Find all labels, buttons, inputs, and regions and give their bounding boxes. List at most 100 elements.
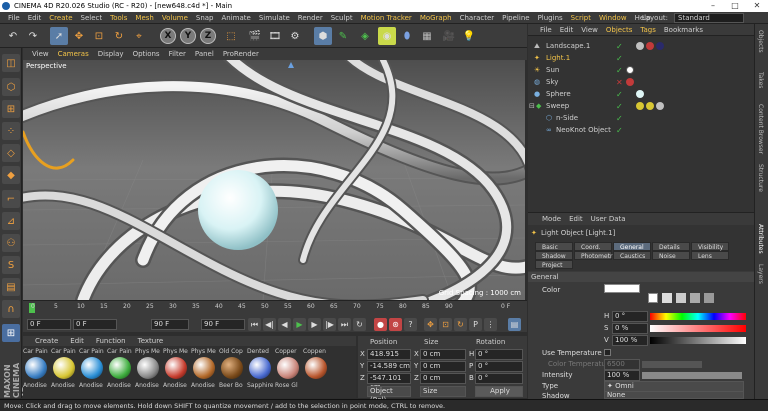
menu-edit[interactable]: Edit (28, 12, 42, 24)
texture-mode-icon[interactable]: ⊞ (2, 100, 20, 118)
size-mode-dropdown[interactable]: Size (420, 386, 466, 397)
record-scale-icon[interactable]: ⊡ (439, 318, 452, 331)
points-mode-icon[interactable]: ⁘ (2, 122, 20, 140)
material-swatch[interactable]: Car Pain Anodise (79, 348, 105, 389)
axis-mode-icon[interactable]: ⌐ (2, 190, 20, 208)
side-tab-structure[interactable]: Structure (757, 164, 764, 192)
material-menu-create[interactable]: Create (35, 336, 58, 346)
material-tag-icon[interactable] (656, 102, 664, 110)
material-tag-icon[interactable] (646, 42, 654, 50)
object-row[interactable]: ● Sphere ✓ (528, 89, 754, 100)
loop-icon[interactable]: ↻ (353, 318, 366, 331)
record-active-objects-icon[interactable]: ● (374, 318, 387, 331)
color-temperature-field[interactable]: 6500 (604, 359, 640, 370)
material-swatch[interactable]: Copper Rose Gl (275, 348, 301, 389)
record-rotation-icon[interactable]: ↻ (454, 318, 467, 331)
perspective-viewport[interactable]: Perspective Grid Spacing : 1000 cm (23, 60, 525, 300)
material-tag-icon[interactable] (646, 102, 654, 110)
recent-tools-icon[interactable]: ⌖ (130, 27, 148, 45)
hue-slider[interactable] (650, 313, 746, 320)
visibility-check-icon[interactable]: ✓ (616, 114, 623, 123)
model-mode-icon[interactable]: ⬡ (2, 78, 20, 96)
material-swatch[interactable]: Car Pain Anodise (107, 348, 133, 389)
viewport-menu-cameras[interactable]: Cameras (58, 48, 89, 60)
viewport-menu-options[interactable]: Options (133, 48, 160, 60)
light-icon[interactable]: 💡 (460, 27, 478, 45)
am-menu-user-data[interactable]: User Data (591, 213, 626, 226)
render-settings-icon[interactable]: ⚙ (286, 27, 304, 45)
material-menu-edit[interactable]: Edit (70, 336, 84, 346)
color-spectrum-icon[interactable] (662, 293, 672, 303)
visibility-check-icon[interactable]: ✓ (616, 54, 623, 63)
z-axis-lock-icon[interactable]: Z (200, 28, 216, 44)
menu-window[interactable]: Window (599, 12, 627, 24)
next-key-icon[interactable]: |▶ (323, 318, 336, 331)
material-swatch[interactable]: Car Pain Anodise (23, 348, 49, 389)
cube-object-icon[interactable]: ⬢ (314, 27, 332, 45)
live-selection-icon[interactable]: ➚ (50, 27, 68, 45)
viewport-menu-panel[interactable]: Panel (195, 48, 214, 60)
end-frame-field[interactable]: 90 F (151, 319, 189, 330)
am-menu-edit[interactable]: Edit (569, 213, 583, 226)
menu-create[interactable]: Create (49, 12, 72, 24)
hue-field[interactable]: 0 ° (612, 311, 648, 322)
material-tag-icon[interactable] (626, 78, 634, 86)
camera-icon[interactable]: 🎥 (440, 27, 458, 45)
previous-frame-icon[interactable]: ◀ (278, 318, 291, 331)
material-swatch[interactable]: Coppen (303, 348, 329, 382)
apply-button[interactable]: Apply (475, 386, 523, 397)
y-axis-lock-icon[interactable]: Y (180, 28, 196, 44)
material-menu-texture[interactable]: Texture (138, 336, 164, 346)
size-z-field[interactable]: 0 cm (420, 373, 466, 384)
grid-icon[interactable]: ⊞ (2, 324, 20, 342)
object-row[interactable]: ⬡ n-Side ✓ (528, 113, 754, 124)
go-to-start-icon[interactable]: ⏮ (248, 318, 261, 331)
color-wheel-icon[interactable] (676, 293, 686, 303)
material-menu-function[interactable]: Function (96, 336, 126, 346)
viewport-menu-prorender[interactable]: ProRender (223, 48, 259, 60)
record-position-icon[interactable]: ✥ (424, 318, 437, 331)
tab-lens[interactable]: Lens (691, 251, 729, 260)
color-picker-icon[interactable] (648, 293, 658, 303)
side-tab-content-browser[interactable]: Content Browser (757, 104, 764, 154)
rgb-mode-icon[interactable] (690, 293, 700, 303)
menu-simulate[interactable]: Simulate (259, 12, 290, 24)
visibility-check-icon[interactable]: ✓ (616, 66, 623, 75)
max-frame-field[interactable]: 90 F (201, 319, 245, 330)
menu-file[interactable]: File (8, 12, 20, 24)
menu-character[interactable]: Character (460, 12, 495, 24)
size-y-field[interactable]: 0 cm (420, 361, 466, 372)
floor-scene-icon[interactable]: ▦ (418, 27, 436, 45)
material-swatch[interactable]: Phys Me Anodise (163, 348, 189, 389)
render-view-icon[interactable]: 🎬 (246, 27, 264, 45)
menu-animate[interactable]: Animate (222, 12, 251, 24)
rotation-b-field[interactable]: 0 ° (475, 373, 523, 384)
collapse-toggle-icon[interactable]: ⊟ (529, 102, 535, 110)
intensity-slider-track[interactable] (642, 372, 742, 379)
play-icon[interactable]: ▶ (293, 318, 306, 331)
position-x-field[interactable]: 418.915 cm (367, 349, 411, 367)
deformer-icon[interactable]: ⬮ (398, 27, 416, 45)
tab-basic[interactable]: Basic (535, 242, 573, 251)
close-button[interactable]: ✕ (746, 0, 768, 12)
solo-mode-icon[interactable]: S (2, 256, 20, 274)
visibility-check-icon[interactable]: ✓ (616, 126, 623, 135)
material-tag-icon[interactable] (636, 42, 644, 50)
material-swatch[interactable]: Phys Me Anodise (191, 348, 217, 389)
am-menu-mode[interactable]: Mode (542, 213, 561, 226)
subdivision-icon[interactable]: ◈ (356, 27, 374, 45)
coordinate-mode-dropdown[interactable]: Object (Rel) (367, 386, 411, 404)
move-tool-icon[interactable]: ✥ (70, 27, 88, 45)
tab-coord[interactable]: Coord. (574, 242, 612, 251)
tab-visibility[interactable]: Visibility (691, 242, 729, 251)
undo-icon[interactable]: ↶ (4, 27, 22, 45)
side-tab-attributes[interactable]: Attributes (757, 224, 764, 254)
redo-icon[interactable]: ↷ (24, 27, 42, 45)
sun-tag-icon[interactable] (626, 66, 634, 74)
object-row[interactable]: ☀ Sun ✓ (528, 65, 754, 76)
side-tab-objects[interactable]: Objects (757, 30, 764, 53)
material-swatch[interactable]: Old Cop Beer Bo (219, 348, 245, 389)
color-temperature-slider[interactable] (642, 361, 702, 368)
current-frame-field[interactable]: 0 F (73, 319, 117, 330)
material-tag-icon[interactable] (636, 90, 644, 98)
